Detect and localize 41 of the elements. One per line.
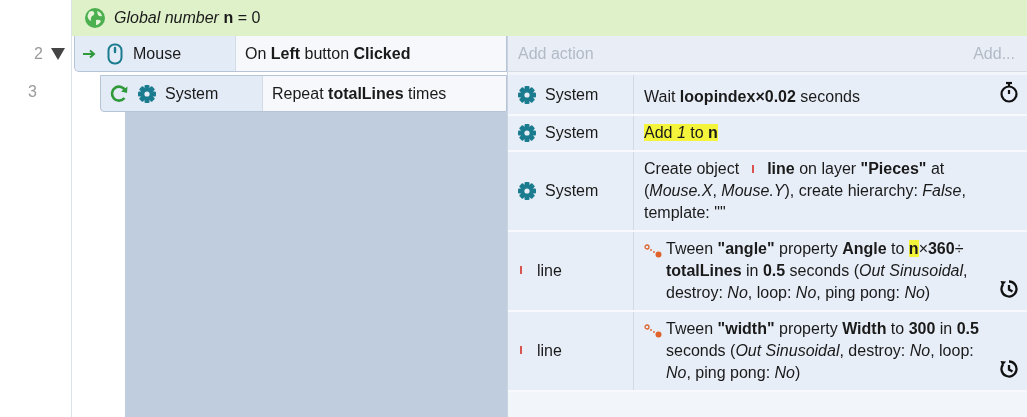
object-name: System bbox=[545, 85, 599, 104]
action-row[interactable]: System Wait loopindex×0.02 seconds bbox=[508, 75, 1027, 116]
global-variable-bar[interactable]: Global number n = 0 bbox=[72, 0, 1027, 36]
object-name: System bbox=[545, 124, 599, 142]
globe-icon bbox=[84, 7, 106, 29]
gear-icon bbox=[517, 181, 537, 201]
clock-repeat-icon bbox=[999, 359, 1019, 379]
tween-icon bbox=[644, 244, 662, 258]
object-name: line bbox=[537, 262, 562, 280]
tween-icon bbox=[644, 324, 662, 338]
sub-event-condition[interactable]: System Repeat totalLines times bbox=[100, 75, 507, 112]
object-name: System bbox=[165, 84, 219, 103]
action-text: Tween "angle" property Angle to n×360÷ totalLines in 0.5 seconds (Out Sinusoidal, destroy: No, loop: No, ping pong: No) bbox=[666, 239, 969, 303]
global-variable-text: Global number n = 0 bbox=[114, 9, 261, 27]
object-name: Mouse bbox=[133, 44, 182, 63]
gear-icon bbox=[517, 123, 537, 143]
action-text: Create object bbox=[644, 160, 740, 177]
condition-text: On Left button Clicked bbox=[245, 44, 411, 63]
action-text: Add 1 to n bbox=[644, 123, 719, 143]
event-condition[interactable]: Mouse On Left button Clicked bbox=[74, 36, 507, 72]
line-number: 2 bbox=[34, 45, 43, 63]
action-text: Wait loopindex×0.02 seconds bbox=[644, 87, 861, 107]
action-text: Tween "width" property Width to 300 in 0.5 seconds (Out Sinusoidal, destroy: No, loop: No, ping pong: No) bbox=[666, 319, 980, 383]
gear-icon bbox=[517, 84, 537, 105]
line-number: 3 bbox=[28, 83, 37, 101]
action-row[interactable]: line Tween "width" property Width to 300 in 0.5 seconds (Out Sinusoidal, destroy: No, loop: No, ping pong: No) bbox=[508, 312, 1027, 392]
action-row[interactable]: System Create object line on layer "Pieces" at (Mouse.X, Mouse.Y), create hierarchy: False, template: "" bbox=[508, 152, 1027, 232]
action-text: line on layer "Pieces" at bbox=[767, 160, 945, 177]
collapse-triangle-icon[interactable] bbox=[51, 48, 65, 60]
object-name: line bbox=[537, 342, 562, 360]
condition-text: Repeat totalLines times bbox=[272, 84, 447, 103]
action-row[interactable]: line Tween "angle" property Angle to n×360÷ totalLines in 0.5 seconds (Out Sinusoidal, destroy: No, loop: No, ping pong: No) bbox=[508, 232, 1027, 312]
object-name: System bbox=[545, 182, 599, 200]
action-row[interactable]: System Add 1 to n bbox=[508, 116, 1027, 152]
clock-repeat-icon bbox=[999, 279, 1019, 299]
line-object-icon bbox=[519, 346, 523, 356]
mouse-icon bbox=[107, 42, 123, 65]
line-object-icon bbox=[519, 266, 523, 276]
stopwatch-icon bbox=[999, 81, 1019, 103]
gear-icon bbox=[137, 83, 157, 104]
action-text: (Mouse.X, Mouse.Y), create hierarchy: False, template: "" bbox=[644, 181, 967, 223]
